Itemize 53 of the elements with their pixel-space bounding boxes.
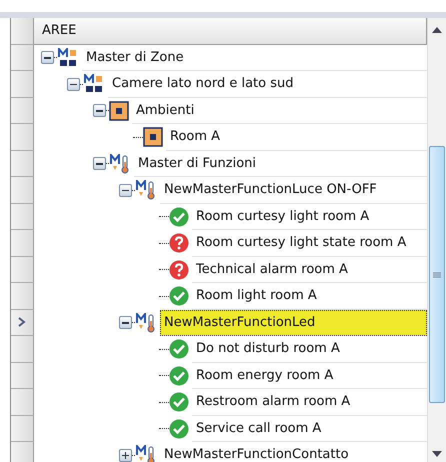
collapse-toggle[interactable] (93, 157, 106, 170)
row-header[interactable] (11, 389, 34, 416)
tree-item[interactable]: Technical alarm room A (192, 256, 427, 283)
row-header[interactable] (11, 71, 34, 98)
tree-item[interactable]: Master di Zone (82, 44, 427, 71)
function-master-thermometer-icon (135, 312, 157, 333)
function-master-thermometer-icon (109, 154, 131, 174)
row-header[interactable] (11, 256, 34, 283)
collapse-toggle[interactable] (119, 184, 132, 197)
check-icon (169, 206, 189, 227)
zone-master-icon (57, 48, 79, 68)
column-header[interactable]: AREE (34, 18, 427, 44)
tree-item[interactable]: Ambienti (132, 98, 427, 124)
collapse-toggle[interactable] (93, 104, 106, 118)
check-icon (169, 392, 189, 412)
row-header[interactable] (11, 310, 34, 336)
check-icon (169, 418, 189, 439)
collapse-toggle[interactable] (67, 78, 80, 91)
row-header[interactable] (11, 283, 34, 310)
tree-item[interactable]: NewMasterFunctionLed (160, 310, 427, 336)
row-header[interactable] (11, 177, 34, 204)
zone-master-icon (83, 74, 105, 94)
row-header[interactable] (11, 442, 34, 462)
check-icon (169, 366, 189, 386)
question-icon (169, 233, 189, 254)
row-header (11, 18, 34, 44)
row-header[interactable] (11, 230, 34, 256)
tree-item[interactable]: Room curtesy light room A (192, 204, 427, 230)
room-square-icon (143, 127, 163, 148)
tree-item[interactable]: Service call room A (192, 416, 427, 442)
row-header[interactable] (11, 204, 34, 230)
function-master-thermometer-icon (135, 180, 157, 200)
scrollbar-thumb[interactable] (429, 146, 445, 403)
row-header[interactable] (11, 362, 34, 389)
scroll-up-icon[interactable] (432, 26, 442, 34)
vertical-scrollbar[interactable] (427, 18, 446, 462)
row-header[interactable] (11, 336, 34, 362)
collapse-toggle[interactable] (119, 316, 132, 330)
row-header[interactable] (11, 98, 34, 124)
tree-item[interactable]: Room energy room A (192, 362, 427, 389)
tree-item[interactable]: Master di Funzioni (134, 150, 427, 177)
row-header[interactable] (11, 150, 34, 177)
row-header[interactable] (11, 416, 34, 442)
check-icon (169, 286, 189, 306)
function-master-thermometer-icon (135, 445, 157, 462)
row-header[interactable] (11, 124, 34, 150)
expand-toggle[interactable] (119, 448, 132, 462)
row-header[interactable] (11, 44, 34, 71)
check-icon (169, 339, 189, 360)
question-icon (169, 260, 189, 280)
collapse-toggle[interactable] (41, 51, 54, 64)
scroll-down-icon[interactable] (432, 450, 442, 458)
room-square-icon (109, 100, 129, 121)
